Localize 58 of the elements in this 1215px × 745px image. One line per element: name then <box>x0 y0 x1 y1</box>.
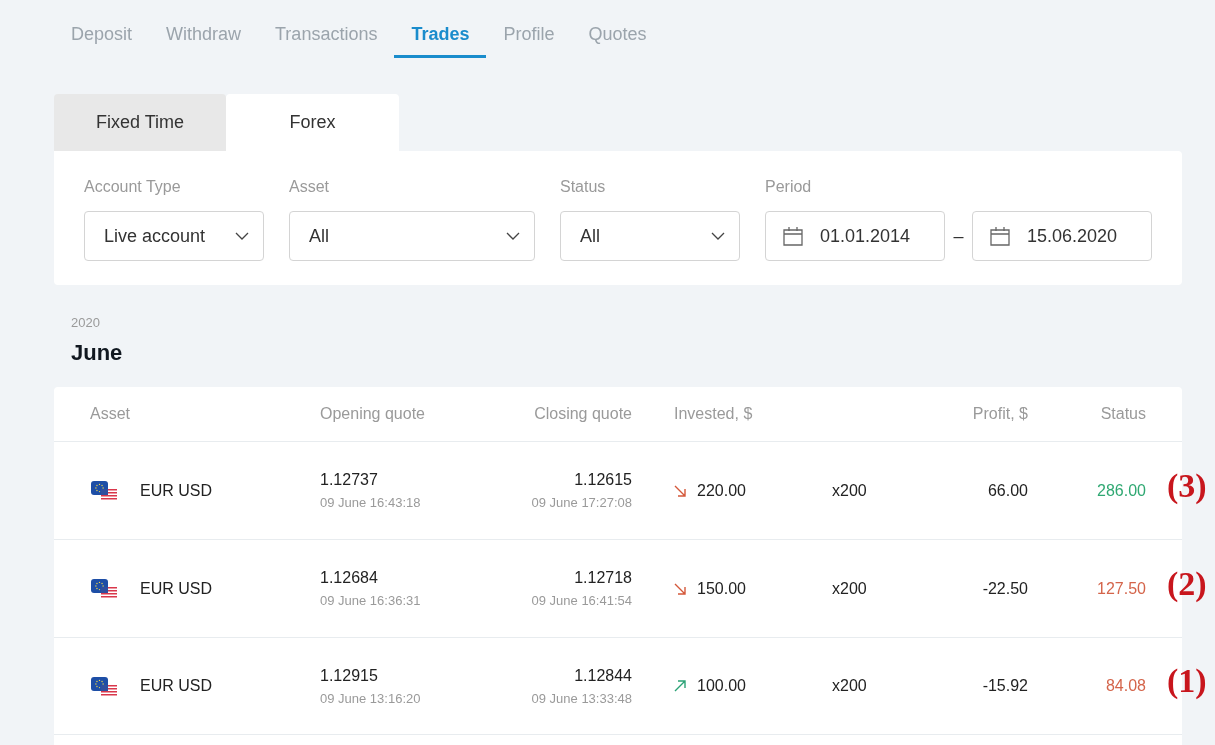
quote-value: 1.12684 <box>320 568 378 588</box>
invested-amount: 150.00 <box>697 579 746 598</box>
profit-value: -15.92 <box>982 677 1028 695</box>
chevron-down-icon <box>235 232 249 240</box>
status-value: 84.08 <box>1105 677 1146 695</box>
multiplier: x200 <box>832 481 867 500</box>
range-dash: – <box>952 225 965 247</box>
eu-us-flags-icon <box>91 579 117 598</box>
eu-us-flags-icon <box>91 481 117 500</box>
group-month: June <box>70 340 124 366</box>
quote-value: 1.12844 <box>574 665 632 686</box>
annotation-marker: (2) <box>1167 566 1207 601</box>
multiplier: x200 <box>832 677 867 695</box>
date-field[interactable]: 15.06.2020 <box>972 211 1152 261</box>
multiplier: x200 <box>832 579 867 598</box>
profit-value: 66.00 <box>987 481 1028 500</box>
product-tab[interactable]: Forex <box>226 94 399 151</box>
calendar-icon <box>783 226 803 246</box>
status-value: 286.00 <box>1097 481 1146 500</box>
chevron-down-icon <box>506 232 520 240</box>
quote-time: 09 June 16:36:31 <box>320 593 421 609</box>
column-header: Opening quote <box>320 405 425 423</box>
filter-label: Status <box>560 177 607 197</box>
quote-value: 1.12718 <box>574 568 632 588</box>
quote-time: 09 June 17:27:08 <box>531 495 632 511</box>
calendar-icon <box>990 226 1010 246</box>
asset-select[interactable]: All <box>289 211 535 261</box>
date-field[interactable]: 01.01.2014 <box>765 211 945 261</box>
column-header: Invested, $ <box>674 405 753 423</box>
quote-time: 09 June 13:16:20 <box>320 690 421 707</box>
column-header: Asset <box>90 405 130 423</box>
status-value: 127.50 <box>1097 579 1146 598</box>
filter-label: Account Type <box>84 177 182 197</box>
status-select[interactable]: All <box>560 211 740 261</box>
quote-time: 09 June 16:43:18 <box>320 495 421 511</box>
quote-time: 09 June 13:33:48 <box>531 690 632 707</box>
quote-time: 09 June 16:41:54 <box>531 593 632 609</box>
account-type-select[interactable]: Live account <box>84 211 264 261</box>
filter-label: Asset <box>289 177 330 197</box>
quote-value: 1.12615 <box>574 470 632 490</box>
profit-value: -22.50 <box>982 579 1028 598</box>
column-header: Status <box>1100 405 1146 423</box>
invested-amount: 220.00 <box>697 481 746 500</box>
asset-name: EUR USD <box>140 579 212 598</box>
column-header: Profit, $ <box>972 405 1028 423</box>
eu-us-flags-icon <box>91 676 117 696</box>
product-tab[interactable]: Fixed Time <box>54 94 226 151</box>
column-header: Closing quote <box>534 405 632 423</box>
quote-value: 1.12737 <box>320 470 378 490</box>
annotation-marker: (1) <box>1167 664 1207 698</box>
group-year: 2020 <box>70 315 101 331</box>
asset-name: EUR USD <box>140 481 212 500</box>
quote-value: 1.12915 <box>320 665 378 686</box>
filter-label: Period <box>765 177 813 197</box>
invested-amount: 100.00 <box>697 677 746 695</box>
chevron-down-icon <box>711 232 725 240</box>
annotation-marker: (3) <box>1167 468 1207 503</box>
asset-name: EUR USD <box>140 677 212 695</box>
